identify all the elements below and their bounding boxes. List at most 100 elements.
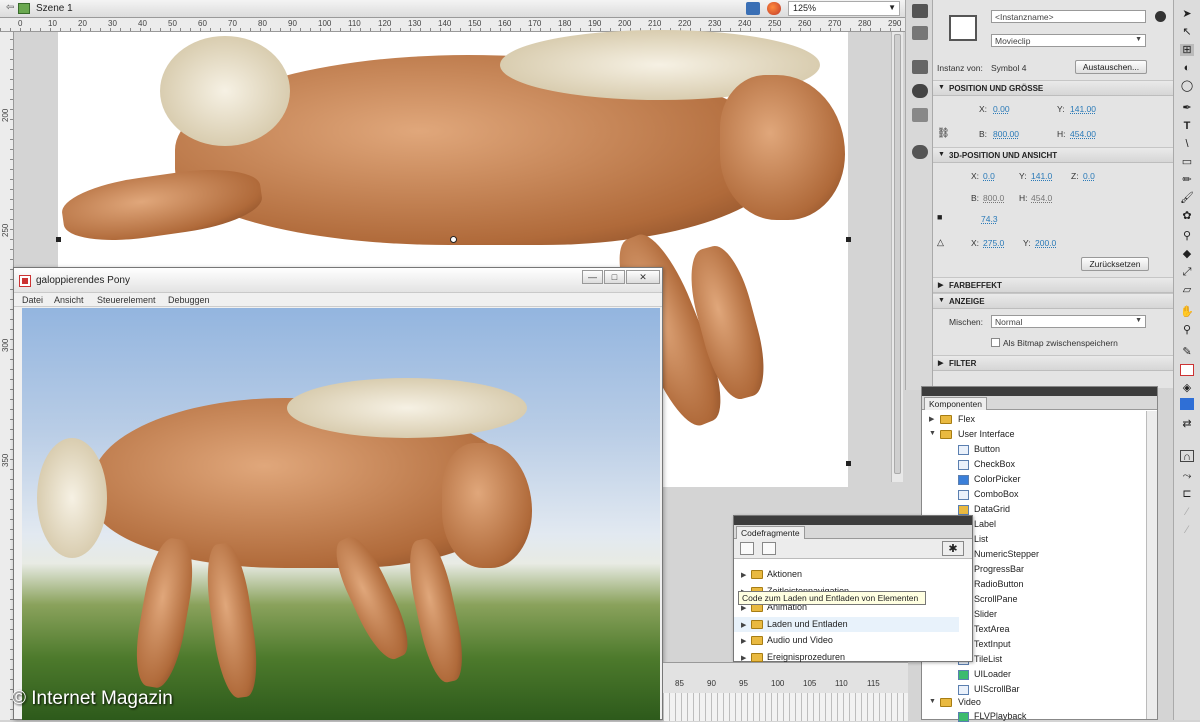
deco-tool-icon[interactable]: ✿ [1180, 210, 1194, 222]
edit-scene-icon[interactable] [746, 2, 760, 15]
minimize-button[interactable]: — [582, 270, 603, 284]
option-icon[interactable]: ⁄ [1180, 506, 1194, 518]
reset-button[interactable]: Zurücksetzen [1081, 257, 1149, 271]
width-value[interactable]: 800.00 [993, 129, 1019, 139]
components-panel-header[interactable] [922, 387, 1157, 396]
swap-colors-icon[interactable]: ⇄ [1180, 418, 1194, 430]
component-item[interactable]: TextArea [974, 624, 1010, 634]
instance-name-input[interactable]: <Instanzname> [991, 10, 1146, 23]
x3d-value[interactable]: 0.0 [983, 171, 995, 181]
vy-value[interactable]: 200.0 [1035, 238, 1056, 248]
component-item[interactable]: ComboBox [974, 489, 1019, 499]
triangle-right-icon[interactable]: ▶ [741, 571, 746, 579]
folder-user-interface[interactable]: User Interface [958, 429, 1015, 439]
info-icon[interactable] [912, 84, 928, 98]
cache-checkbox[interactable] [991, 338, 1000, 347]
preview-titlebar[interactable]: galoppierendes Pony — □ ✕ [14, 268, 662, 293]
bone-tool-icon[interactable]: ⚲ [1180, 230, 1194, 242]
component-item[interactable]: RadioButton [974, 579, 1024, 589]
copy-code-icon[interactable] [762, 542, 776, 555]
motion-presets-icon[interactable] [912, 145, 928, 159]
menu-datei[interactable]: Datei [22, 295, 43, 305]
maximize-button[interactable]: □ [604, 270, 625, 284]
zoom-select[interactable]: 125% ▼ [788, 1, 900, 16]
menu-ansicht[interactable]: Ansicht [54, 295, 84, 305]
component-item[interactable]: Button [974, 444, 1000, 454]
selection-handle[interactable] [846, 461, 851, 466]
eyedropper-icon[interactable]: ⤢ [1180, 266, 1194, 278]
z3d-value[interactable]: 0.0 [1083, 171, 1095, 181]
section-display[interactable]: ▼ ANZEIGE [933, 293, 1173, 309]
selection-handle[interactable] [846, 237, 851, 242]
triangle-down-icon[interactable]: ▼ [929, 430, 936, 437]
straighten-icon[interactable]: ⊏ [1180, 488, 1194, 500]
preview-window[interactable]: galoppierendes Pony — □ ✕ Datei Ansicht … [13, 267, 663, 720]
code-snippets-tab[interactable]: Codefragmente [736, 526, 805, 539]
folder-flex[interactable]: Flex [958, 414, 975, 424]
free-transform-tool-icon[interactable]: ⊞ [1180, 44, 1194, 56]
component-item[interactable]: NumericStepper [974, 549, 1039, 559]
component-item[interactable]: ScrollPane [974, 594, 1018, 604]
section-filter[interactable]: ▶ FILTER [933, 355, 1173, 371]
close-button[interactable]: ✕ [626, 270, 660, 284]
selection-tool-icon[interactable]: ➤ [1180, 8, 1194, 20]
menu-debuggen[interactable]: Debuggen [168, 295, 210, 305]
help-icon[interactable] [1155, 11, 1166, 22]
pen-tool-icon[interactable]: ✒ [1180, 102, 1194, 114]
grid-icon[interactable] [912, 26, 928, 40]
subselection-tool-icon[interactable]: ↖ [1180, 26, 1194, 38]
snap-icon[interactable]: ∩ [1180, 450, 1194, 463]
registration-point[interactable] [450, 236, 457, 243]
paint-bucket-icon[interactable]: ◆ [1180, 248, 1194, 260]
components-tab[interactable]: Komponenten [924, 397, 987, 410]
component-item[interactable]: List [974, 534, 988, 544]
rectangle-tool-icon[interactable]: ▭ [1180, 156, 1194, 168]
timeline-frames[interactable] [663, 693, 908, 721]
blend-select[interactable]: Normal ▼ [991, 315, 1146, 328]
triangle-right-icon[interactable]: ▶ [741, 654, 746, 662]
component-item[interactable]: UIScrollBar [974, 684, 1020, 694]
perspective-value[interactable]: 74.3 [981, 214, 998, 224]
smooth-icon[interactable]: ⤳ [1180, 470, 1194, 482]
triangle-down-icon[interactable]: ▼ [929, 698, 936, 705]
component-item[interactable]: CheckBox [974, 459, 1015, 469]
vx-value[interactable]: 275.0 [983, 238, 1004, 248]
scrollbar-thumb[interactable] [894, 34, 901, 474]
y-value[interactable]: 141.00 [1070, 104, 1096, 114]
bucket-icon[interactable] [912, 4, 928, 18]
section-position[interactable]: ▼ POSITION UND GRÖSSE [933, 80, 1173, 96]
x-value[interactable]: 0.00 [993, 104, 1010, 114]
folder-video[interactable]: Video [958, 697, 981, 707]
component-item[interactable]: Slider [974, 609, 997, 619]
selection-handle[interactable] [56, 237, 61, 242]
component-item[interactable]: UILoader [974, 669, 1011, 679]
align-icon[interactable] [912, 60, 928, 74]
stroke-swatch[interactable] [1180, 364, 1194, 376]
pencil-tool-icon[interactable]: ✏ [1180, 174, 1194, 186]
component-item[interactable]: ProgressBar [974, 564, 1024, 574]
lasso-tool-icon[interactable]: ◯ [1180, 80, 1194, 92]
height-value[interactable]: 454.00 [1070, 129, 1096, 139]
fill-swatch[interactable] [1180, 398, 1194, 410]
component-item[interactable]: Label [974, 519, 996, 529]
section-3d[interactable]: ▼ 3D-POSITION UND ANSICHT [933, 147, 1173, 163]
line-tool-icon[interactable]: \ [1180, 138, 1194, 150]
stroke-color-icon[interactable]: ✎ [1180, 346, 1194, 358]
triangle-right-icon[interactable]: ▶ [741, 637, 746, 645]
gear-icon[interactable]: ✱ [942, 541, 964, 556]
component-item[interactable]: TileList [974, 654, 1002, 664]
back-arrow-icon[interactable]: ⇦ [6, 2, 14, 13]
triangle-right-icon[interactable]: ▶ [929, 415, 934, 423]
symbol-type-select[interactable]: Movieclip ▼ [991, 34, 1146, 47]
code-snippets-header[interactable] [734, 516, 972, 525]
transform-icon[interactable] [912, 108, 928, 122]
stage-scrollbar[interactable] [891, 32, 903, 482]
snippet-folder[interactable]: ▶ Laden und Entladen [734, 616, 959, 632]
snippet-folder[interactable]: ▶ Aktionen [734, 567, 959, 582]
scene-label[interactable]: Szene 1 [36, 3, 73, 14]
components-scrollbar[interactable] [1146, 411, 1157, 719]
snippet-folder[interactable]: ▶ Audio und Video [734, 633, 959, 648]
link-icon[interactable]: ⛓ [937, 128, 950, 139]
3d-rotation-tool-icon[interactable]: ◐ [1180, 62, 1194, 74]
component-item[interactable]: ColorPicker [974, 474, 1021, 484]
